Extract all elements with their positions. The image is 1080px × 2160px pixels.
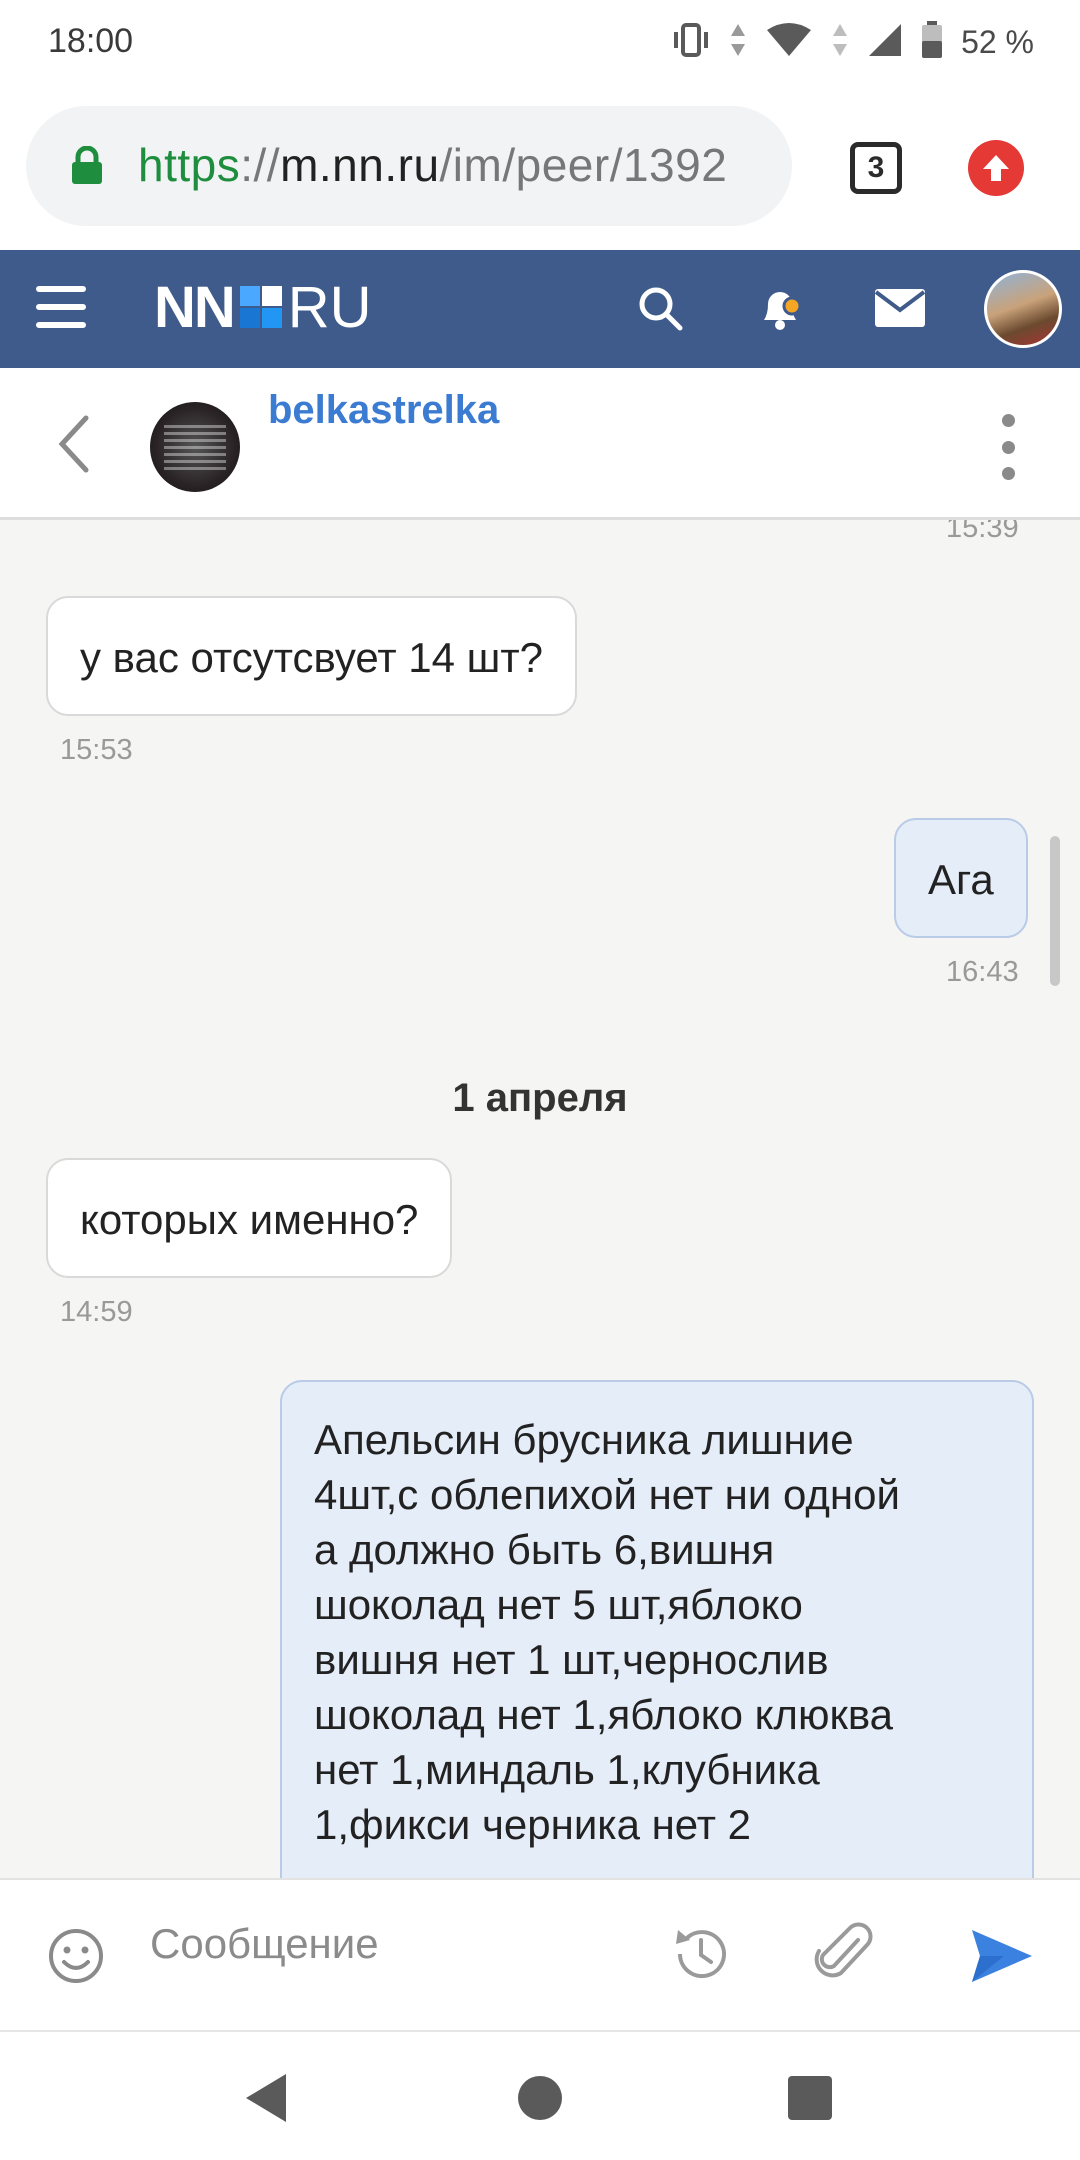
search-icon[interactable] xyxy=(630,278,690,338)
message-line: а должно быть 6,вишня xyxy=(314,1526,775,1573)
message-time: 16:43 xyxy=(946,956,1019,988)
message-time: 15:53 xyxy=(60,734,133,766)
url-separator: :// xyxy=(240,139,281,191)
message-bubble-outgoing[interactable]: Ага xyxy=(894,818,1028,938)
site-header: NN RU xyxy=(0,250,1080,368)
message-line: 1,фикси черника нет 2 xyxy=(314,1801,752,1848)
url-scheme: https xyxy=(138,139,241,191)
message-text: у вас отсутсвует 14 шт? xyxy=(80,634,543,681)
url-path: /im/peer/1392 xyxy=(439,139,728,191)
status-icons: 52 % xyxy=(671,18,1034,66)
logo-nn: NN xyxy=(154,274,236,340)
message-list[interactable]: 15:39 у вас отсутсвует 14 шт? 15:53 Ага … xyxy=(0,520,1080,1878)
menu-icon[interactable] xyxy=(36,286,86,332)
mail-icon[interactable] xyxy=(870,278,930,338)
tab-switcher-button[interactable]: 3 xyxy=(850,142,902,194)
url-text[interactable]: https://m.nn.ru/im/peer/1392 xyxy=(138,138,778,192)
scrollbar[interactable] xyxy=(1050,836,1060,986)
data-arrows-icon xyxy=(729,22,747,63)
message-line: 4шт,с облепихой нет ни одной xyxy=(314,1471,900,1518)
message-text: которых именно? xyxy=(80,1196,419,1243)
message-line: нет 1,миндаль 1,клубника xyxy=(314,1746,820,1793)
data-arrows-icon xyxy=(831,22,849,63)
message-bubble-incoming[interactable]: у вас отсутсвует 14 шт? xyxy=(46,596,577,716)
screen: 18:00 52 % https://m.nn.ru/im/peer/1392 … xyxy=(0,0,1080,2160)
site-logo[interactable]: NN RU xyxy=(154,272,372,342)
update-button[interactable] xyxy=(968,140,1024,196)
message-time: 14:59 xyxy=(60,1296,133,1328)
url-host: m.nn.ru xyxy=(280,139,440,191)
emoji-icon[interactable] xyxy=(46,1926,106,1991)
message-line: вишня нет 1 шт,чернослив xyxy=(314,1636,829,1683)
message-time: 15:39 xyxy=(946,520,1019,544)
message-bubble-outgoing[interactable]: Апельсин брусника лишние 4шт,с облепихой… xyxy=(280,1380,1034,1878)
message-composer: Сообщение xyxy=(0,1878,1080,2030)
peer-avatar[interactable] xyxy=(150,402,240,492)
message-line: Апельсин брусника лишние xyxy=(314,1416,854,1463)
lock-icon xyxy=(70,145,104,191)
nav-back-icon[interactable] xyxy=(244,2072,288,2129)
message-line: шоколад нет 1,яблоко клюква xyxy=(314,1691,894,1738)
date-separator: 1 апреля xyxy=(452,1076,628,1120)
message-input[interactable]: Сообщение xyxy=(150,1920,379,1968)
browser-toolbar: https://m.nn.ru/im/peer/1392 3 xyxy=(0,84,1080,250)
tab-count: 3 xyxy=(867,151,885,184)
wifi-icon xyxy=(765,22,813,63)
battery-icon xyxy=(921,20,943,64)
address-bar[interactable]: https://m.nn.ru/im/peer/1392 xyxy=(26,106,792,226)
attach-icon[interactable] xyxy=(814,1920,874,1991)
logo-ru: RU xyxy=(287,274,372,340)
chat-header: belkastrelka xyxy=(0,368,1080,520)
arrow-up-icon xyxy=(983,155,1009,181)
status-bar: 18:00 52 % xyxy=(0,0,1080,84)
cellular-signal-icon xyxy=(867,22,903,63)
system-nav-bar xyxy=(0,2030,1080,2160)
message-line: шоколад нет 5 шт,яблоко xyxy=(314,1581,803,1628)
nav-recents-icon[interactable] xyxy=(788,2076,832,2120)
status-time: 18:00 xyxy=(48,22,134,60)
more-options-icon[interactable] xyxy=(998,414,1018,480)
nav-home-icon[interactable] xyxy=(518,2076,562,2120)
vibrate-icon xyxy=(671,22,711,63)
logo-square-icon xyxy=(239,286,282,328)
message-text: Ага xyxy=(928,856,994,903)
peer-name[interactable]: belkastrelka xyxy=(268,388,499,433)
back-icon[interactable] xyxy=(56,414,92,479)
history-icon[interactable] xyxy=(668,1922,732,1991)
send-icon[interactable] xyxy=(970,1928,1034,1989)
bell-icon[interactable] xyxy=(750,278,810,338)
message-bubble-incoming[interactable]: которых именно? xyxy=(46,1158,453,1278)
battery-percent: 52 % xyxy=(961,23,1034,60)
user-avatar[interactable] xyxy=(984,270,1062,348)
